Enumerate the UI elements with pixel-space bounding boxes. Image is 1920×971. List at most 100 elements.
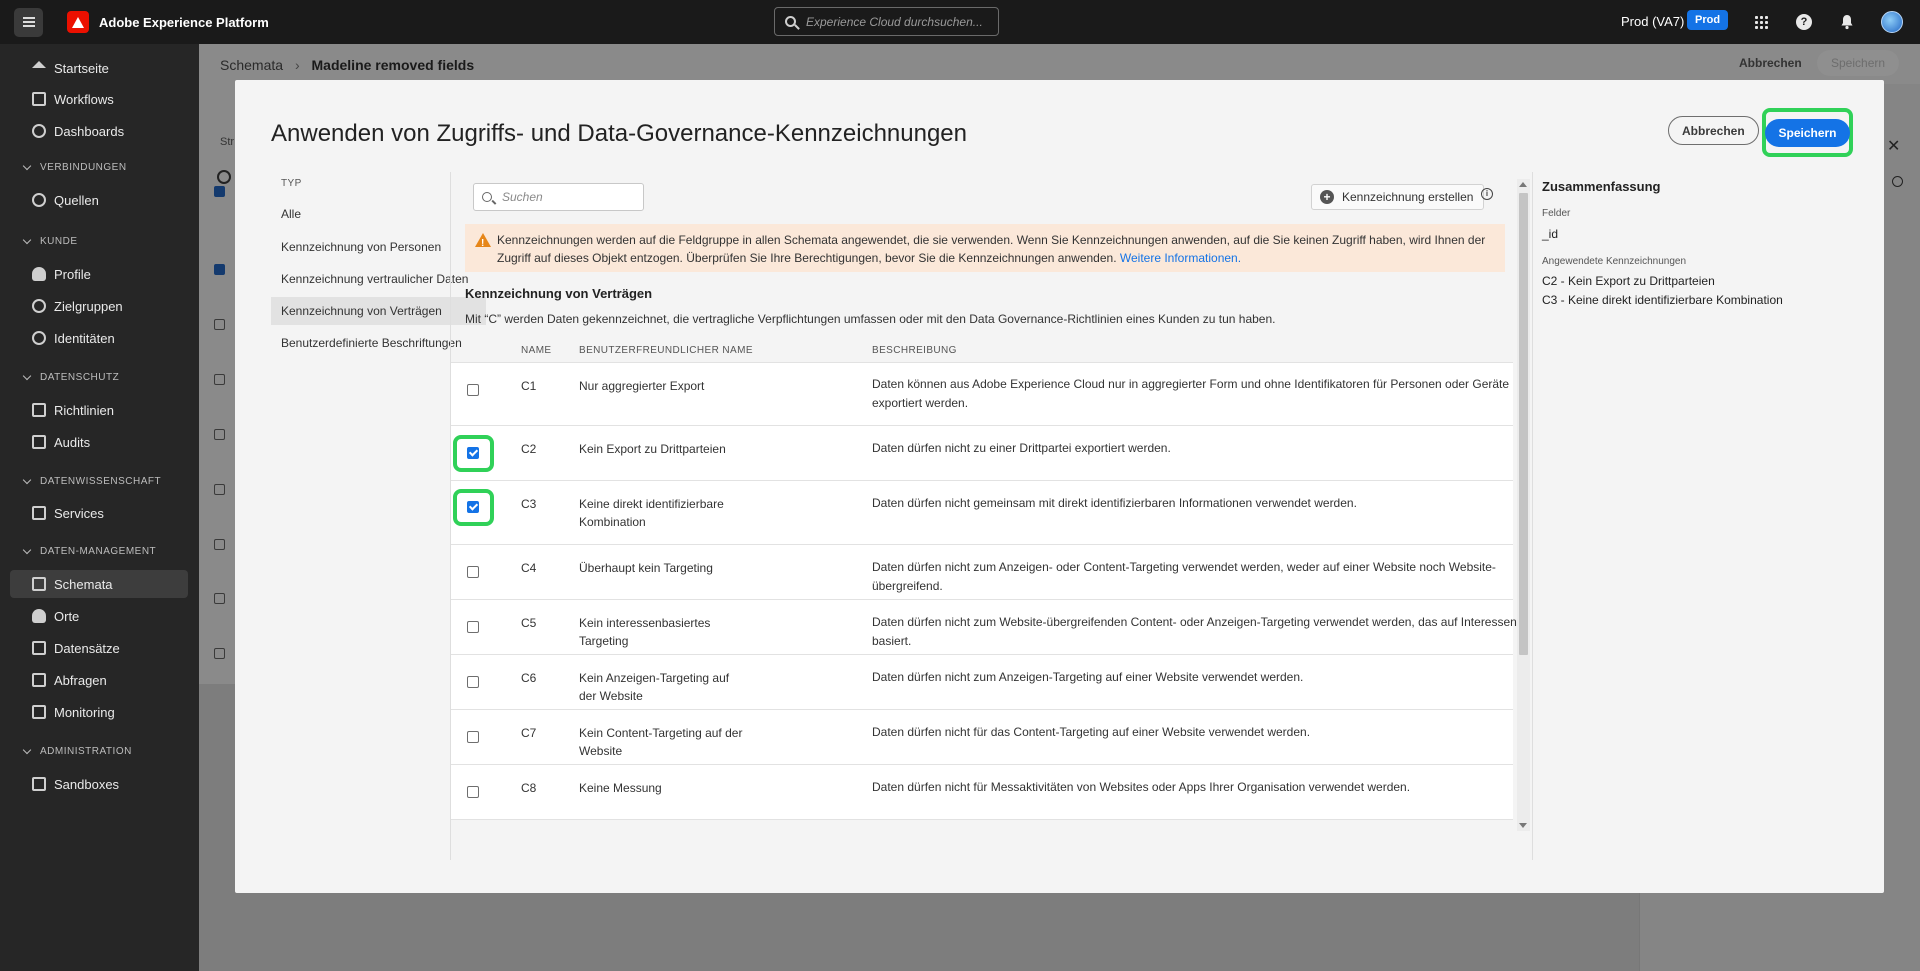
column-header-description: BESCHREIBUNG: [872, 345, 957, 356]
nav-item-quellen[interactable]: Quellen: [10, 186, 188, 214]
label-description: Daten dürfen nicht zu einer Drittpartei …: [872, 441, 1171, 455]
nav-item-dashboards[interactable]: Dashboards: [10, 117, 188, 145]
help-icon[interactable]: ?: [1794, 12, 1814, 32]
section-label: ADMINISTRATION: [40, 746, 132, 757]
org-switcher[interactable]: Prod (VA7): [1621, 14, 1684, 29]
row-checkbox-c5[interactable]: [467, 621, 479, 633]
learn-more-link[interactable]: Weitere Informationen.: [1120, 251, 1241, 265]
nav-item-orte[interactable]: Orte: [10, 602, 188, 630]
label-friendly-name: Kein Content-Targeting auf der Website: [579, 726, 743, 758]
row-checkbox-c6[interactable]: [467, 676, 479, 688]
nav-item-workflows[interactable]: Workflows: [10, 85, 188, 113]
field-value: _id: [1542, 227, 1559, 241]
nav-item-audits[interactable]: Audits: [10, 428, 188, 456]
nav-item-services[interactable]: Services: [10, 499, 188, 527]
search-icon: [482, 192, 492, 202]
bell-icon[interactable]: [1837, 12, 1857, 32]
alert-icon: [475, 233, 491, 253]
label-friendly-name: Kein Export zu Drittparteien: [579, 442, 726, 456]
bg-checkbox[interactable]: [214, 319, 225, 330]
create-label-button[interactable]: + Kennzeichnung erstellen: [1311, 184, 1485, 210]
fingerprint-icon: [32, 331, 46, 345]
env-badge[interactable]: Prod: [1687, 10, 1729, 30]
bg-checkbox[interactable]: [214, 264, 225, 275]
row-checkbox-c4[interactable]: [467, 566, 479, 578]
section-label: VERBINDUNGEN: [40, 162, 127, 173]
bg-checkbox[interactable]: [214, 429, 225, 440]
nav-item-profile[interactable]: Profile: [10, 260, 188, 288]
label-description: Daten dürfen nicht zum Website-übergreif…: [872, 615, 1517, 648]
create-label-text: Kennzeichnung erstellen: [1342, 190, 1474, 204]
label-search-input[interactable]: Suchen: [473, 183, 644, 211]
nav-section-kunde[interactable]: KUNDE: [22, 235, 78, 247]
row-checkbox-c8[interactable]: [467, 786, 479, 798]
nav-section-datenwissenschaft[interactable]: DATENWISSENSCHAFT: [22, 475, 161, 487]
info-icon[interactable]: i: [1481, 188, 1493, 200]
bg-checkbox[interactable]: [214, 186, 225, 197]
row-checkbox-c2[interactable]: [467, 447, 479, 459]
cancel-button[interactable]: Abbrechen: [1668, 116, 1759, 145]
label-description: Daten dürfen nicht für Messaktivitäten v…: [872, 780, 1411, 794]
nav-item-schemata[interactable]: Schemata: [10, 570, 188, 598]
table-row: C2 Kein Export zu Drittparteien Daten dü…: [451, 426, 1513, 481]
page-save-button[interactable]: Speichern: [1817, 50, 1900, 76]
bg-checkbox[interactable]: [214, 539, 225, 550]
nav-label: Workflows: [54, 91, 114, 107]
scroll-up-icon[interactable]: [1519, 182, 1527, 187]
structure-panel: Str: [199, 84, 235, 684]
bg-checkbox[interactable]: [214, 593, 225, 604]
filter-icon[interactable]: [217, 170, 231, 184]
close-icon[interactable]: ✕: [1887, 136, 1900, 156]
row-checkbox-c3[interactable]: [467, 501, 479, 513]
nav-item-richtlinien[interactable]: Richtlinien: [10, 396, 188, 424]
nav-section-verbindungen[interactable]: VERBINDUNGEN: [22, 161, 127, 173]
nav-item-abfragen[interactable]: Abfragen: [10, 666, 188, 694]
audit-icon: [32, 435, 46, 449]
breadcrumb-root[interactable]: Schemata: [220, 57, 283, 73]
user-icon: [32, 267, 46, 281]
structure-tab[interactable]: Str: [220, 136, 234, 148]
nav-item-monitoring[interactable]: Monitoring: [10, 698, 188, 726]
bg-checkbox[interactable]: [214, 484, 225, 495]
label-code: C3: [521, 497, 537, 511]
table-row: C6 Kein Anzeigen-Targeting auf der Websi…: [451, 655, 1513, 710]
save-button-highlight: Speichern: [1762, 108, 1853, 157]
global-search-input[interactable]: Experience Cloud durchsuchen...: [774, 7, 999, 36]
section-description: Mit “C” werden Daten gekennzeichnet, die…: [465, 312, 1276, 326]
label-description: Daten dürfen nicht zum Anzeigen-Targetin…: [872, 670, 1304, 684]
hamburger-menu-button[interactable]: [14, 7, 43, 37]
label-code: C1: [521, 379, 537, 393]
scroll-down-icon[interactable]: [1519, 823, 1527, 828]
labels-scrollbar[interactable]: [1517, 179, 1530, 831]
chevron-down-icon: [22, 475, 32, 485]
column-header-friendly: BENUTZERFREUNDLICHER NAME: [579, 345, 753, 356]
nav-item-zielgruppen[interactable]: Zielgruppen: [10, 292, 188, 320]
row-checkbox-c7[interactable]: [467, 731, 479, 743]
search-placeholder: Suchen: [502, 190, 543, 204]
nav-label: Orte: [54, 608, 80, 624]
nav-section-administration[interactable]: ADMINISTRATION: [22, 745, 132, 757]
save-button[interactable]: Speichern: [1765, 118, 1850, 147]
table-row: C3 Keine direkt identifizierbare Kombina…: [451, 481, 1513, 545]
nav-section-daten-management[interactable]: DATEN-MANAGEMENT: [22, 545, 156, 557]
info-icon[interactable]: [1892, 176, 1903, 187]
nav-item-datensaetze[interactable]: Datensätze: [10, 634, 188, 662]
nav-label: Zielgruppen: [54, 298, 123, 314]
page-cancel-button[interactable]: Abbrechen: [1739, 56, 1802, 70]
top-bar: Adobe Experience Platform Experience Clo…: [0, 0, 1920, 44]
scroll-thumb[interactable]: [1519, 193, 1528, 655]
bg-checkbox[interactable]: [214, 374, 225, 385]
label-code: C6: [521, 671, 537, 685]
query-icon: [32, 673, 46, 687]
labels-table: C1 Nur aggregierter Export Daten können …: [451, 362, 1517, 820]
nav-item-identitaeten[interactable]: Identitäten: [10, 324, 188, 352]
row-checkbox-c1[interactable]: [467, 384, 479, 396]
nav-item-startseite[interactable]: Startseite: [10, 54, 188, 82]
location-icon: [32, 609, 46, 623]
nav-item-sandboxes[interactable]: Sandboxes: [10, 770, 188, 798]
bg-checkbox[interactable]: [214, 648, 225, 659]
nav-section-datenschutz[interactable]: DATENSCHUTZ: [22, 371, 119, 383]
label-description: Daten dürfen nicht zum Anzeigen- oder Co…: [872, 560, 1496, 593]
user-avatar[interactable]: [1881, 11, 1903, 33]
apps-grid-icon[interactable]: [1751, 12, 1771, 32]
